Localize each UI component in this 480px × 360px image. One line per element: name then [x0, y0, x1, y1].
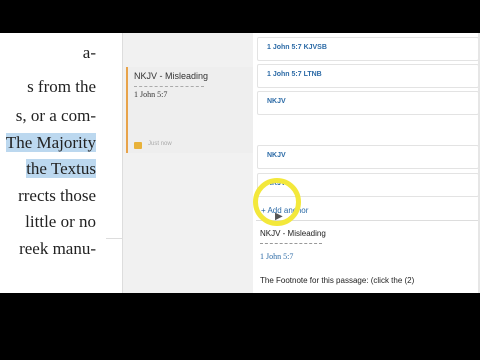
flag-icon	[134, 142, 142, 149]
reader-line: reek manu-	[19, 239, 96, 258]
notes-column: NKJV - Misleading 1 John 5:7 Just now	[122, 33, 253, 293]
anchor-row[interactable]: 1 John 5:7 LTNB	[257, 64, 479, 88]
reader-line: rrects those	[18, 186, 96, 205]
note-reference: 1 John 5:7	[134, 90, 168, 99]
note-title: NKJV - Misleading	[134, 71, 209, 81]
note-card[interactable]: NKJV - Misleading 1 John 5:7 Just now	[126, 67, 253, 153]
anchors-panel: 1 John 5:7 KJVSB 1 John 5:7 LTNB NKJV NK…	[254, 33, 480, 293]
reader-line: s from the	[27, 77, 96, 96]
anchor-row[interactable]: NKJV	[257, 91, 479, 115]
reader-line: a-	[82, 43, 96, 62]
detail-footnote-text: The Footnote for this passage: (click th…	[260, 276, 415, 285]
reader-pane: a- s from the s, or a com- The Majority …	[0, 33, 122, 293]
reader-line-highlighted[interactable]: The Majority	[0, 131, 96, 155]
detail-title: NKJV - Misleading	[260, 229, 326, 238]
note-timestamp: Just now	[148, 141, 172, 147]
anchor-label: 1 John 5:7 KJVSB	[267, 44, 327, 51]
reader-line: little or no	[25, 212, 96, 231]
reader-line-highlighted[interactable]: the Textus	[0, 157, 96, 181]
note-title-rule	[134, 86, 204, 87]
anchor-row[interactable]: NKJV	[257, 145, 479, 169]
reader-line: s, or a com-	[15, 106, 96, 125]
anchor-label: 1 John 5:7 LTNB	[267, 71, 322, 78]
app-screen: a- s from the s, or a com- The Majority …	[0, 33, 480, 293]
detail-title-rule	[260, 243, 322, 244]
anchor-label: NKJV	[267, 152, 286, 159]
anchor-row[interactable]: 1 John 5:7 KJVSB	[257, 37, 479, 61]
anchor-label: NKJV	[267, 98, 286, 105]
mouse-cursor-icon: ▶	[275, 211, 283, 222]
detail-reference-link[interactable]: 1 John 5:7	[260, 252, 293, 261]
divider	[106, 238, 122, 239]
